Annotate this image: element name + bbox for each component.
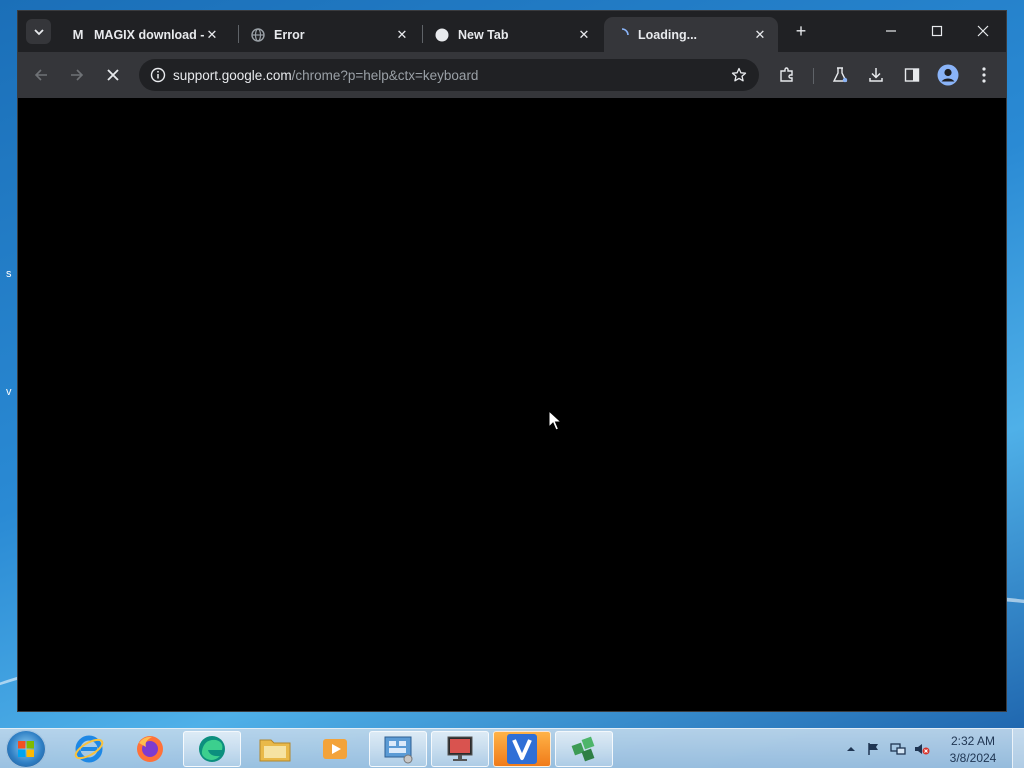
toolbar-divider [813, 68, 814, 84]
edge-icon [199, 736, 225, 762]
close-icon[interactable]: ✕ [576, 27, 592, 43]
tab-search-button[interactable] [26, 19, 51, 44]
firefox-icon [137, 736, 163, 762]
chevron-up-icon [847, 747, 855, 751]
extensions-button[interactable] [775, 63, 799, 87]
chevron-down-icon [33, 28, 44, 35]
download-icon [869, 68, 883, 82]
browser-window: M MAGIX download - r ✕ Error ✕ New Tab ✕… [17, 10, 1007, 712]
stop-loading-button[interactable] [101, 63, 125, 87]
network-status-icon[interactable] [890, 741, 906, 757]
maximize-button[interactable] [914, 17, 960, 45]
tab-separator [238, 25, 239, 43]
side-panel-button[interactable] [900, 63, 924, 87]
taskbar-file-explorer[interactable] [246, 731, 304, 767]
taskbar-control-panel[interactable] [369, 731, 427, 767]
arrow-right-icon [71, 69, 84, 81]
windows-logo-icon [18, 741, 34, 757]
close-icon[interactable]: ✕ [394, 27, 410, 43]
clock-date: 3/8/2024 [949, 751, 997, 765]
labs-button[interactable] [828, 63, 852, 87]
address-bar[interactable]: support.google.com/chrome?p=help&ctx=key… [139, 59, 759, 91]
profile-button[interactable] [936, 63, 960, 87]
side-panel-icon [904, 68, 920, 82]
v-app-icon [507, 734, 537, 764]
tab-title: Error [274, 27, 305, 42]
presentation-app-icon [447, 736, 473, 761]
kebab-menu-icon [982, 67, 986, 83]
mouse-cursor-icon [548, 410, 562, 431]
tab-separator [422, 25, 423, 43]
taskbar-internet-explorer[interactable] [60, 731, 118, 767]
url-path: /chrome?p=help&ctx=keyboard [291, 67, 479, 83]
puzzle-icon [780, 67, 793, 82]
show-desktop-button[interactable] [1012, 729, 1024, 768]
volume-muted-icon[interactable] [914, 741, 930, 757]
minimize-icon [886, 30, 896, 32]
new-tab-button[interactable]: + [790, 21, 812, 43]
action-center-icon[interactable] [866, 741, 882, 757]
taskbar-edge[interactable] [183, 731, 241, 767]
tab-title: New Tab [458, 27, 509, 42]
url-host: support.google.com [173, 67, 292, 83]
close-icon [107, 69, 119, 81]
globe-icon [250, 27, 266, 43]
site-info-icon[interactable] [143, 67, 173, 83]
forward-button[interactable] [65, 63, 89, 87]
tab-new-tab[interactable]: New Tab ✕ [424, 17, 602, 52]
tab-title: Loading... [638, 27, 698, 42]
back-button[interactable] [29, 63, 53, 87]
flask-icon [832, 67, 848, 83]
desktop-icon-label-fragment: s [6, 268, 12, 280]
page-content[interactable] [18, 98, 1006, 711]
minimize-button[interactable] [868, 17, 914, 45]
browser-toolbar: support.google.com/chrome?p=help&ctx=key… [18, 52, 1006, 98]
taskbar-presentation-app[interactable] [431, 731, 489, 767]
close-icon[interactable]: ✕ [204, 27, 220, 43]
taskbar: 2:32 AM 3/8/2024 [0, 728, 1024, 768]
taskbar-v-app[interactable] [493, 731, 551, 767]
taskbar-firefox[interactable] [121, 731, 179, 767]
system-clock[interactable]: 2:32 AM 3/8/2024 [944, 733, 1002, 767]
tab-title: MAGIX download - r [94, 27, 204, 42]
media-player-icon [323, 739, 347, 759]
arrow-left-icon [34, 69, 47, 81]
tab-magix-download[interactable]: M MAGIX download - r ✕ [60, 17, 230, 52]
close-icon [977, 25, 989, 37]
tab-error[interactable]: Error ✕ [240, 17, 420, 52]
loading-icon [614, 27, 630, 43]
close-icon[interactable]: ✕ [752, 27, 768, 43]
control-panel-icon [384, 736, 413, 764]
downloads-button[interactable] [864, 63, 888, 87]
desktop-icon-label-fragment: v [6, 386, 12, 398]
maximize-icon [931, 25, 943, 37]
clock-time: 2:32 AM [950, 734, 996, 748]
internet-explorer-icon [74, 735, 104, 763]
bookmark-star-icon[interactable] [731, 67, 747, 88]
taskbar-network-app[interactable] [555, 731, 613, 767]
tab-strip: M MAGIX download - r ✕ Error ✕ New Tab ✕… [18, 11, 1006, 52]
network-app-icon [571, 736, 595, 762]
avatar-icon [937, 64, 959, 86]
close-window-button[interactable] [960, 17, 1006, 45]
file-explorer-icon [259, 739, 291, 762]
tab-loading[interactable]: Loading... ✕ [604, 17, 778, 52]
gmail-m-icon: M [72, 27, 84, 42]
start-button[interactable] [6, 730, 46, 768]
menu-button[interactable] [972, 63, 996, 87]
show-hidden-icons-button[interactable] [843, 741, 859, 757]
chrome-icon [434, 27, 450, 43]
url-text: support.google.com/chrome?p=help&ctx=key… [173, 68, 478, 83]
taskbar-media-player[interactable] [306, 731, 364, 767]
